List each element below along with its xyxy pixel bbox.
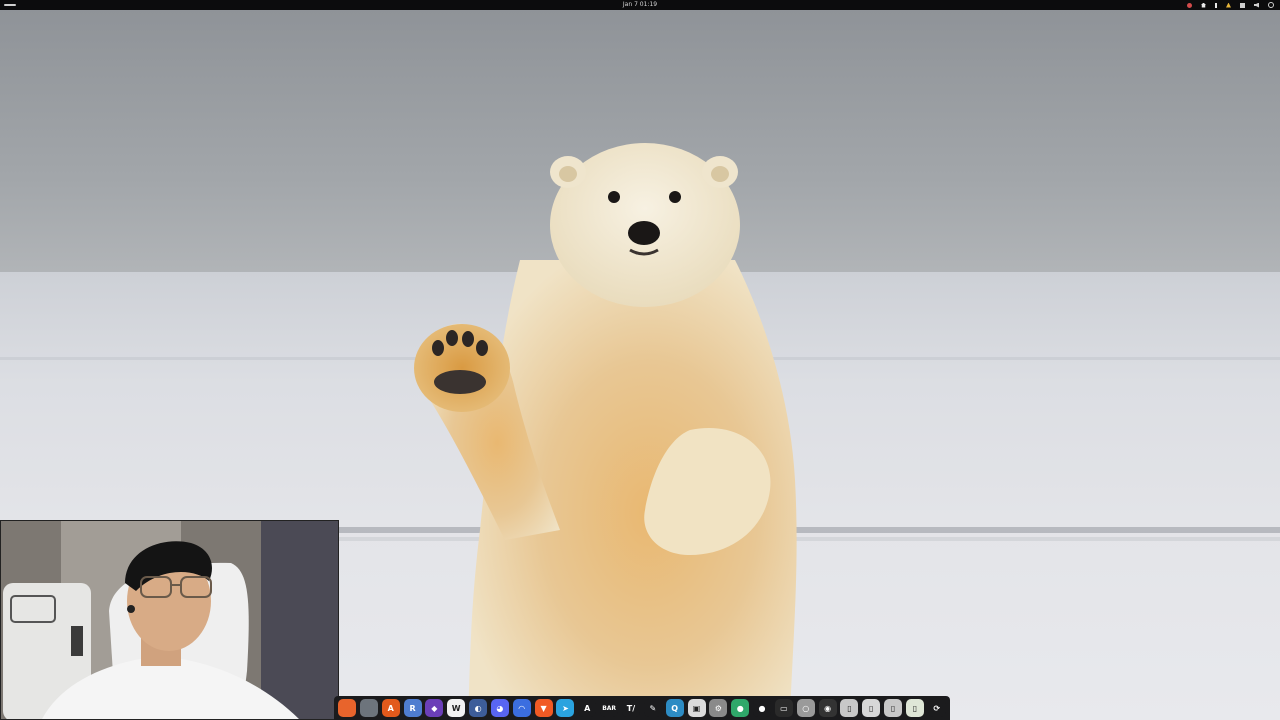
telegram-icon[interactable]: ➤ bbox=[556, 699, 575, 717]
search-icon[interactable]: Q bbox=[665, 699, 684, 717]
top-bar: Jan 7 01:19 bbox=[0, 0, 1280, 10]
battery-icon[interactable]: ▯ bbox=[905, 699, 924, 717]
recording-indicator-icon[interactable] bbox=[1187, 2, 1192, 8]
webcam-overlay bbox=[0, 520, 339, 720]
screenshot-icon[interactable]: ▣ bbox=[687, 699, 706, 717]
writer-icon[interactable]: W bbox=[447, 699, 466, 717]
volume-icon[interactable] bbox=[1254, 2, 1259, 8]
headphones-icon[interactable]: ◠ bbox=[512, 699, 531, 717]
home-icon[interactable] bbox=[1201, 2, 1206, 8]
files-icon[interactable] bbox=[359, 699, 378, 717]
warning-icon[interactable] bbox=[1226, 2, 1231, 8]
bar-icon[interactable]: BAR bbox=[600, 699, 619, 717]
discord-icon[interactable]: ◕ bbox=[490, 699, 509, 717]
power-icon[interactable] bbox=[1268, 2, 1274, 8]
android-icon[interactable]: ● bbox=[731, 699, 750, 717]
edit-icon[interactable]: ✎ bbox=[643, 699, 662, 717]
webcam-person-illustration bbox=[1, 521, 338, 719]
firefox-icon[interactable] bbox=[338, 699, 356, 717]
document-icon[interactable]: ▯ bbox=[840, 699, 859, 717]
clock[interactable]: Jan 7 01:19 bbox=[0, 0, 1280, 10]
app-grid-icon[interactable]: ⟳ bbox=[927, 699, 946, 717]
typora-icon[interactable]: T/ bbox=[621, 699, 640, 717]
arch-icon[interactable]: A bbox=[578, 699, 597, 717]
r-icon[interactable]: R bbox=[403, 699, 422, 717]
input-icon[interactable] bbox=[1215, 2, 1217, 8]
settings-icon[interactable]: ⚙ bbox=[709, 699, 728, 717]
network-icon[interactable] bbox=[1240, 2, 1245, 8]
disc-icon[interactable]: ● bbox=[753, 699, 772, 717]
notes-icon[interactable]: ▯ bbox=[884, 699, 903, 717]
obs-icon[interactable]: ◉ bbox=[818, 699, 837, 717]
text-editor-icon[interactable]: ▯ bbox=[862, 699, 881, 717]
chrome-icon[interactable]: ○ bbox=[796, 699, 815, 717]
terminal-icon[interactable]: ▭ bbox=[774, 699, 793, 717]
dock: A R ◆ W ◐ ◕ ◠ ▼ ➤ A BAR T/✎ Q ▣ ⚙ ● ● ▭ ○ ◉ ▯ ▯ ▯ ▯ ⟳ bbox=[334, 696, 950, 720]
software-icon[interactable]: A bbox=[381, 699, 400, 717]
obsidian-icon[interactable]: ◆ bbox=[425, 699, 444, 717]
system-tray[interactable] bbox=[1187, 0, 1274, 10]
brave-icon[interactable]: ▼ bbox=[534, 699, 553, 717]
record-icon[interactable]: ◐ bbox=[469, 699, 488, 717]
